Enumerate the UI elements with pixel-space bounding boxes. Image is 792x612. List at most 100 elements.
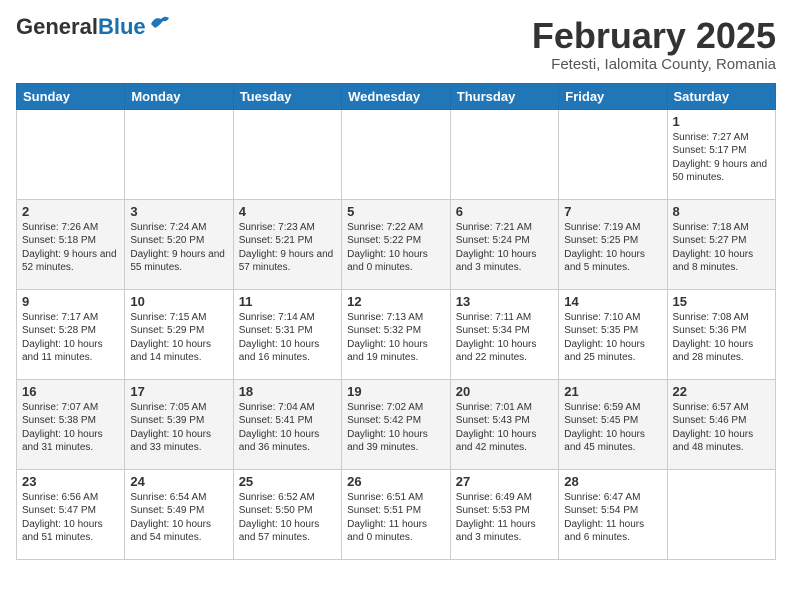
month-title: February 2025 (532, 16, 776, 56)
day-info: Sunrise: 6:49 AM Sunset: 5:53 PM Dayligh… (456, 491, 553, 545)
calendar-cell: 18 Sunrise: 7:04 AM Sunset: 5:41 PM Dayli… (233, 379, 341, 469)
day-number: 2 (22, 204, 119, 219)
calendar-cell (17, 109, 125, 199)
calendar-cell: 7 Sunrise: 7:19 AM Sunset: 5:25 PM Daylig… (559, 199, 667, 289)
logo-blue: Blue (98, 14, 146, 39)
day-info: Sunrise: 7:18 AM Sunset: 5:27 PM Dayligh… (673, 221, 771, 275)
day-number: 17 (130, 384, 227, 399)
calendar-cell (450, 109, 558, 199)
day-number: 21 (564, 384, 661, 399)
day-info: Sunrise: 7:05 AM Sunset: 5:39 PM Dayligh… (130, 401, 227, 455)
calendar-cell (233, 109, 341, 199)
calendar-cell: 6 Sunrise: 7:21 AM Sunset: 5:24 PM Daylig… (450, 199, 558, 289)
calendar-cell: 23Sunrise: 6:56 AM Sunset: 5:47 PM Dayli… (17, 469, 125, 559)
col-header-wednesday: Wednesday (342, 83, 451, 109)
day-number: 4 (239, 204, 336, 219)
day-number: 13 (456, 294, 553, 309)
calendar-cell (125, 109, 233, 199)
day-info: Sunrise: 6:54 AM Sunset: 5:49 PM Dayligh… (130, 491, 227, 545)
calendar-cell: 15 Sunrise: 7:08 AM Sunset: 5:36 PM Dayli… (667, 289, 776, 379)
calendar-cell (559, 109, 667, 199)
day-info: Sunrise: 7:08 AM Sunset: 5:36 PM Dayligh… (673, 311, 771, 365)
day-info: Sunrise: 7:24 AM Sunset: 5:20 PM Dayligh… (130, 221, 227, 275)
calendar-cell: 17 Sunrise: 7:05 AM Sunset: 5:39 PM Dayli… (125, 379, 233, 469)
day-info: Sunrise: 7:04 AM Sunset: 5:41 PM Dayligh… (239, 401, 336, 455)
calendar-cell: 13 Sunrise: 7:11 AM Sunset: 5:34 PM Dayli… (450, 289, 558, 379)
day-number: 28 (564, 474, 661, 489)
calendar-cell: 28 Sunrise: 6:47 AM Sunset: 5:54 PM Dayli… (559, 469, 667, 559)
day-info: Sunrise: 7:01 AM Sunset: 5:43 PM Dayligh… (456, 401, 553, 455)
day-info: Sunrise: 6:59 AM Sunset: 5:45 PM Dayligh… (564, 401, 661, 455)
calendar-cell: 9Sunrise: 7:17 AM Sunset: 5:28 PM Daylig… (17, 289, 125, 379)
location-subtitle: Fetesti, Ialomita County, Romania (532, 56, 776, 73)
day-info: Sunrise: 6:57 AM Sunset: 5:46 PM Dayligh… (673, 401, 771, 455)
day-info: Sunrise: 7:14 AM Sunset: 5:31 PM Dayligh… (239, 311, 336, 365)
day-number: 7 (564, 204, 661, 219)
col-header-saturday: Saturday (667, 83, 776, 109)
calendar-cell: 16 Sunrise: 7:07 AM Sunset: 5:38 PM Dayli… (17, 379, 125, 469)
calendar-cell (667, 469, 776, 559)
calendar-cell: 4 Sunrise: 7:23 AM Sunset: 5:21 PM Daylig… (233, 199, 341, 289)
calendar-week-row: 16 Sunrise: 7:07 AM Sunset: 5:38 PM Dayli… (17, 379, 776, 469)
day-number: 18 (239, 384, 336, 399)
day-info: Sunrise: 7:22 AM Sunset: 5:22 PM Dayligh… (347, 221, 445, 275)
day-number: 14 (564, 294, 661, 309)
calendar-cell: 14 Sunrise: 7:10 AM Sunset: 5:35 PM Dayli… (559, 289, 667, 379)
logo-bird-icon (149, 14, 171, 32)
day-info: Sunrise: 6:47 AM Sunset: 5:54 PM Dayligh… (564, 491, 661, 545)
day-number: 1 (673, 114, 771, 129)
day-info: Sunrise: 7:27 AM Sunset: 5:17 PM Dayligh… (673, 131, 771, 185)
calendar-cell: 27 Sunrise: 6:49 AM Sunset: 5:53 PM Dayli… (450, 469, 558, 559)
calendar-cell (342, 109, 451, 199)
day-info: Sunrise: 7:07 AM Sunset: 5:38 PM Dayligh… (22, 401, 119, 455)
day-number: 19 (347, 384, 445, 399)
calendar-cell: 5 Sunrise: 7:22 AM Sunset: 5:22 PM Daylig… (342, 199, 451, 289)
day-number: 9 (22, 294, 119, 309)
day-info: Sunrise: 7:26 AM Sunset: 5:18 PM Dayligh… (22, 221, 119, 275)
day-number: 23 (22, 474, 119, 489)
day-number: 16 (22, 384, 119, 399)
day-info: Sunrise: 7:21 AM Sunset: 5:24 PM Dayligh… (456, 221, 553, 275)
day-info: Sunrise: 6:52 AM Sunset: 5:50 PM Dayligh… (239, 491, 336, 545)
day-info: Sunrise: 7:02 AM Sunset: 5:42 PM Dayligh… (347, 401, 445, 455)
day-info: Sunrise: 7:15 AM Sunset: 5:29 PM Dayligh… (130, 311, 227, 365)
calendar-week-row: 1 Sunrise: 7:27 AM Sunset: 5:17 PM Daylig… (17, 109, 776, 199)
day-number: 5 (347, 204, 445, 219)
col-header-sunday: Sunday (17, 83, 125, 109)
calendar-cell: 20 Sunrise: 7:01 AM Sunset: 5:43 PM Dayli… (450, 379, 558, 469)
calendar-cell: 19 Sunrise: 7:02 AM Sunset: 5:42 PM Dayli… (342, 379, 451, 469)
calendar-cell: 2 Sunrise: 7:26 AM Sunset: 5:18 PM Daylig… (17, 199, 125, 289)
day-number: 12 (347, 294, 445, 309)
day-number: 3 (130, 204, 227, 219)
day-info: Sunrise: 6:51 AM Sunset: 5:51 PM Dayligh… (347, 491, 445, 545)
logo-general: General (16, 14, 98, 39)
day-number: 15 (673, 294, 771, 309)
calendar-cell: 10Sunrise: 7:15 AM Sunset: 5:29 PM Dayli… (125, 289, 233, 379)
logo-text: GeneralBlue (16, 16, 146, 38)
calendar-cell: 1 Sunrise: 7:27 AM Sunset: 5:17 PM Daylig… (667, 109, 776, 199)
col-header-tuesday: Tuesday (233, 83, 341, 109)
day-number: 22 (673, 384, 771, 399)
day-number: 24 (130, 474, 227, 489)
calendar-cell: 26Sunrise: 6:51 AM Sunset: 5:51 PM Dayli… (342, 469, 451, 559)
day-number: 25 (239, 474, 336, 489)
day-info: Sunrise: 7:23 AM Sunset: 5:21 PM Dayligh… (239, 221, 336, 275)
calendar-header-row: SundayMondayTuesdayWednesdayThursdayFrid… (17, 83, 776, 109)
calendar-cell: 12 Sunrise: 7:13 AM Sunset: 5:32 PM Dayli… (342, 289, 451, 379)
calendar-cell: 22 Sunrise: 6:57 AM Sunset: 5:46 PM Dayli… (667, 379, 776, 469)
day-number: 27 (456, 474, 553, 489)
calendar: SundayMondayTuesdayWednesdayThursdayFrid… (16, 83, 776, 560)
col-header-friday: Friday (559, 83, 667, 109)
day-number: 6 (456, 204, 553, 219)
calendar-cell: 8 Sunrise: 7:18 AM Sunset: 5:27 PM Daylig… (667, 199, 776, 289)
day-info: Sunrise: 7:11 AM Sunset: 5:34 PM Dayligh… (456, 311, 553, 365)
day-info: Sunrise: 7:10 AM Sunset: 5:35 PM Dayligh… (564, 311, 661, 365)
calendar-cell: 24 Sunrise: 6:54 AM Sunset: 5:49 PM Dayli… (125, 469, 233, 559)
day-number: 8 (673, 204, 771, 219)
col-header-thursday: Thursday (450, 83, 558, 109)
day-info: Sunrise: 7:13 AM Sunset: 5:32 PM Dayligh… (347, 311, 445, 365)
day-number: 20 (456, 384, 553, 399)
title-area: February 2025 Fetesti, Ialomita County, … (532, 16, 776, 73)
day-info: Sunrise: 7:19 AM Sunset: 5:25 PM Dayligh… (564, 221, 661, 275)
header: GeneralBlue February 2025 Fetesti, Ialom… (16, 16, 776, 73)
